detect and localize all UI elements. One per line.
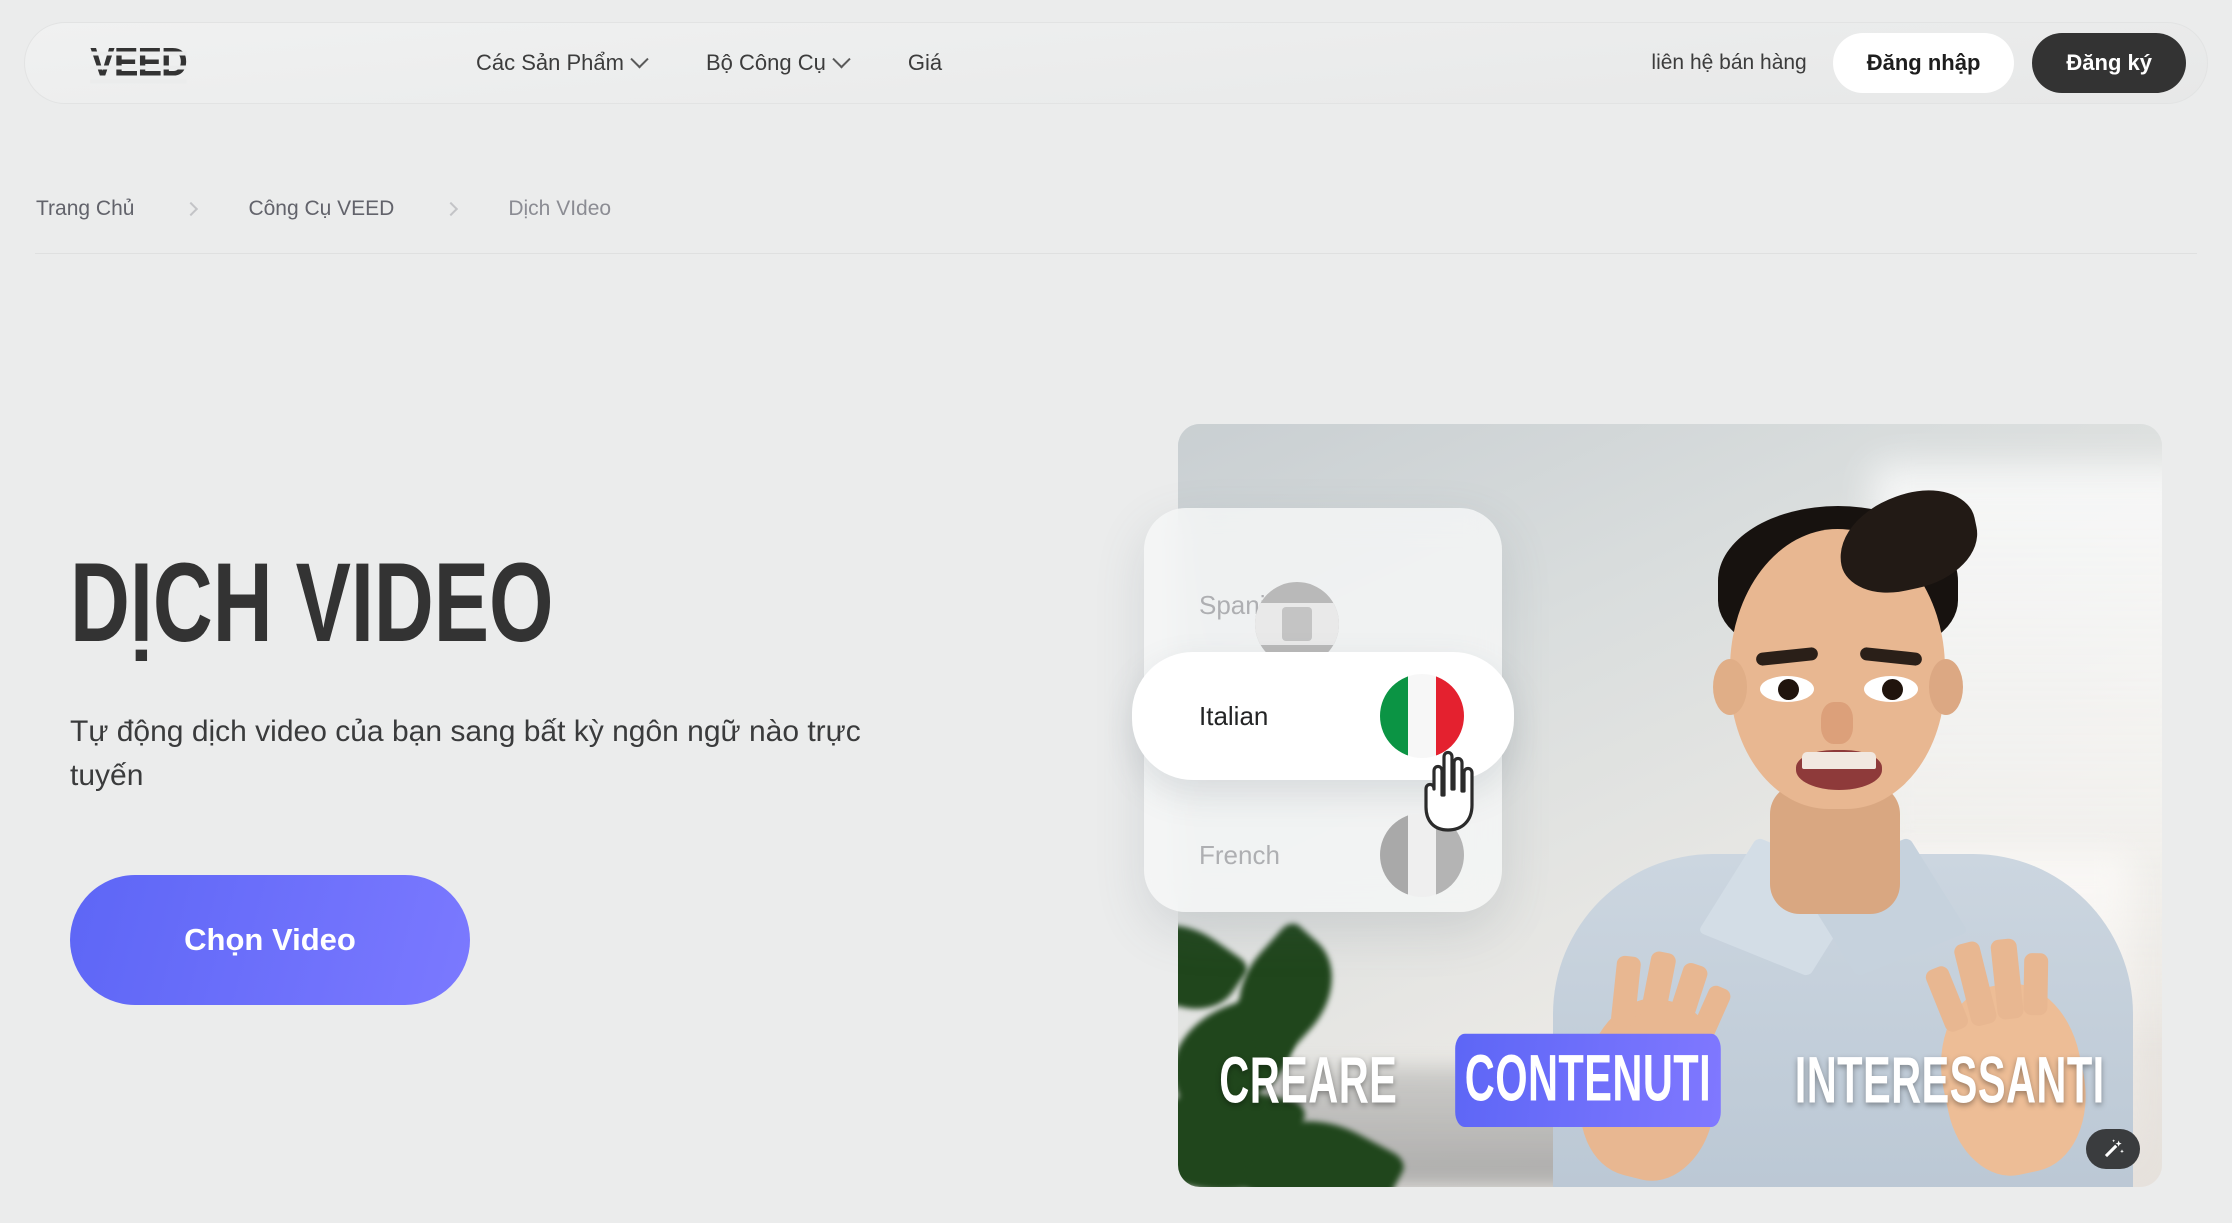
site-header: VEED Các Sản Phẩm Bộ Công Cụ Giá liên hệ…	[24, 22, 2208, 104]
chevron-down-icon	[630, 49, 649, 68]
main-nav: Các Sản Phẩm Bộ Công Cụ Giá	[476, 49, 942, 76]
breadcrumb-divider	[35, 253, 2197, 254]
veed-logo-text: VEED	[90, 40, 187, 85]
chevron-down-icon	[832, 49, 851, 68]
nav-item-tools[interactable]: Bộ Công Cụ	[705, 49, 851, 76]
hero-subtitle: Tự động dịch video của bạn sang bất kỳ n…	[70, 715, 861, 792]
page-title: DỊCH VIDEO	[70, 540, 554, 665]
magic-wand-icon	[2104, 1139, 2124, 1158]
language-selector-panel: Spanish Italian French	[1132, 508, 1514, 912]
veed-logo[interactable]: VEED	[86, 41, 191, 86]
breadcrumb-item-current: Dịch VIdeo	[508, 197, 612, 220]
language-option-label: French	[1199, 839, 1280, 870]
breadcrumb: Trang Chủ Công Cụ VEED Dịch VIdeo	[36, 197, 611, 221]
magic-wand-button[interactable]	[2086, 1129, 2140, 1169]
person-in-video	[1508, 454, 2162, 1187]
language-option-label: Italian	[1199, 700, 1269, 731]
breadcrumb-item-home[interactable]: Trang Chủ	[36, 197, 134, 221]
nav-item-pricing-label: Giá	[907, 50, 943, 75]
cursor-hand-icon	[1424, 750, 1474, 832]
header-actions: liên hệ bán hàng Đăng nhập Đăng ký	[1651, 33, 2186, 93]
language-option-spanish[interactable]: Spanish	[1144, 544, 1502, 666]
plant-decoration	[1178, 887, 1458, 1187]
chevron-right-icon	[444, 201, 459, 217]
choose-video-button[interactable]: Chọn Video	[70, 875, 470, 1005]
nav-item-products-label: Các Sản Phẩm	[476, 50, 624, 75]
nav-item-products[interactable]: Các Sản Phẩm	[476, 49, 649, 76]
login-button[interactable]: Đăng nhập	[1832, 33, 2015, 93]
nav-item-tools-label: Bộ Công Cụ	[705, 50, 826, 75]
signup-button[interactable]: Đăng ký	[2032, 33, 2186, 93]
contact-sales-link[interactable]: liên hệ bán hàng	[1651, 51, 1806, 75]
chevron-right-icon	[184, 201, 199, 217]
nav-item-pricing[interactable]: Giá	[908, 50, 942, 76]
breadcrumb-item-tools[interactable]: Công Cụ VEED	[248, 197, 394, 221]
